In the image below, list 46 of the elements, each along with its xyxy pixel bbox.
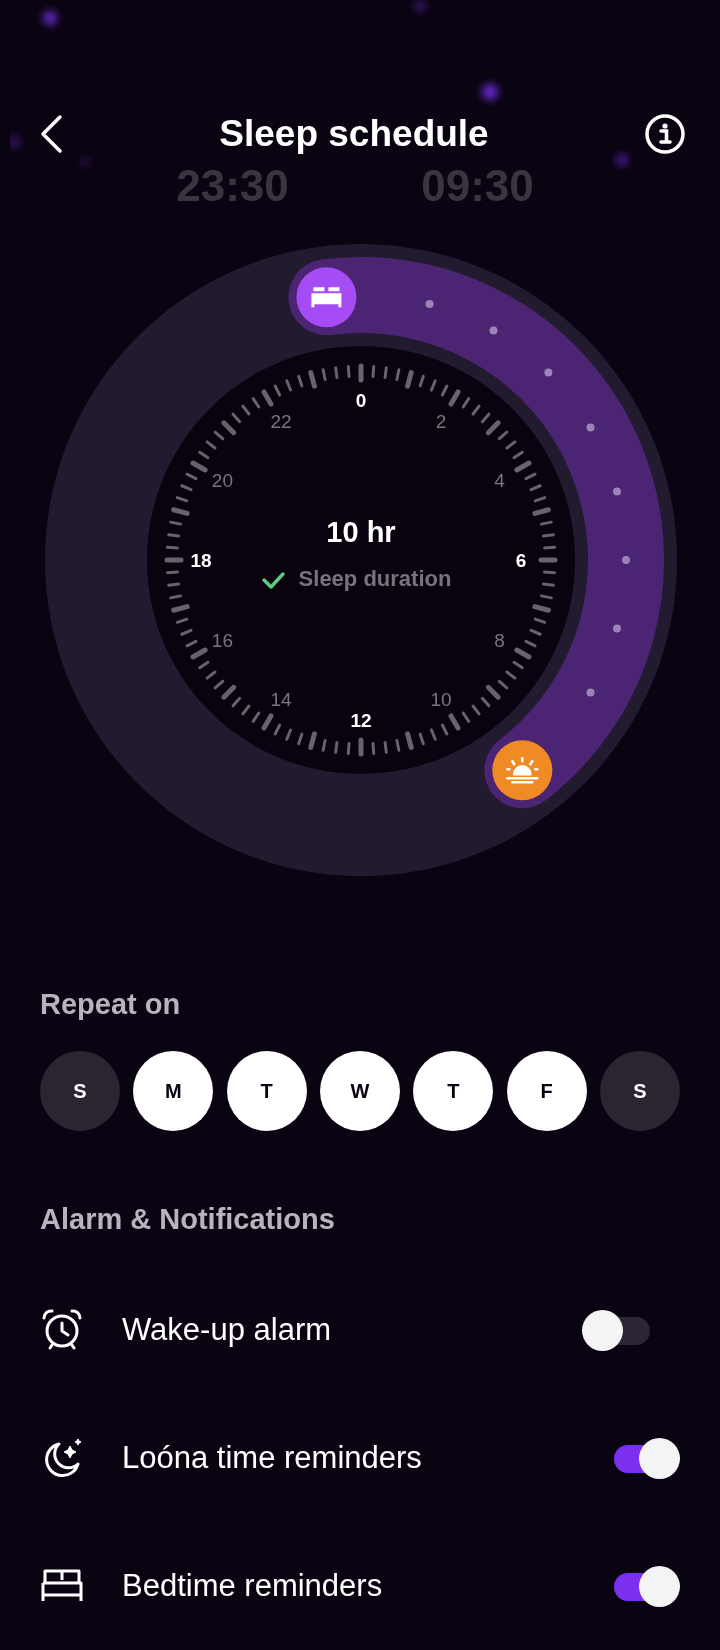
setting-label: Wake-up alarm (122, 1312, 333, 1348)
setting-label: Loóna time reminders (122, 1440, 423, 1476)
day-toggle[interactable]: F (506, 1051, 587, 1131)
hour-label: 2 (435, 411, 447, 433)
day-toggle[interactable]: T (226, 1051, 307, 1131)
section-heading: Alarm & Notifications (40, 1203, 336, 1236)
hour-dot (586, 423, 595, 432)
hour-dot (612, 487, 621, 496)
check-icon (262, 572, 285, 589)
hour-dot (489, 326, 498, 335)
hour-label: 14 (270, 688, 292, 710)
hour-dot (425, 300, 434, 309)
hour-label: 8 (494, 630, 505, 651)
screen-title: Sleep schedule (219, 113, 489, 155)
bed-icon (40, 1568, 84, 1604)
hour-label: 18 (190, 550, 212, 571)
hour-dot (586, 688, 595, 697)
hour-dot (622, 556, 630, 564)
hour-label: 16 (211, 630, 233, 651)
hour-label: 6 (515, 550, 527, 571)
day-toggle[interactable]: S (599, 1051, 680, 1131)
toggle-switch[interactable] (614, 1565, 680, 1607)
day-toggle[interactable]: T (413, 1051, 494, 1131)
setting-label: Bedtime reminders (122, 1568, 384, 1604)
hour-label: 0 (355, 390, 367, 411)
duration-caption: Sleep duration (298, 566, 452, 591)
hour-label: 4 (494, 470, 505, 491)
hour-label: 20 (211, 470, 233, 491)
toggle-switch[interactable] (582, 1309, 650, 1351)
hour-label: 12 (350, 710, 372, 731)
hour-dot (544, 368, 553, 377)
back-button[interactable] (38, 114, 64, 154)
duration-value: 10 hr (326, 516, 396, 548)
bed-icon (311, 287, 342, 308)
hour-label: 22 (270, 411, 292, 433)
hour-label: 10 (430, 688, 452, 710)
section-heading: Repeat on (40, 988, 182, 1021)
wake-handle[interactable] (492, 740, 553, 801)
info-button[interactable] (644, 113, 686, 155)
day-toggle[interactable]: W (320, 1051, 400, 1131)
day-toggle[interactable]: S (40, 1051, 120, 1131)
alarm-clock-icon (40, 1308, 84, 1352)
hour-dot (612, 624, 621, 633)
day-toggle[interactable]: M (133, 1051, 214, 1131)
toggle-switch[interactable] (614, 1437, 680, 1479)
sunrise-icon (506, 756, 539, 784)
